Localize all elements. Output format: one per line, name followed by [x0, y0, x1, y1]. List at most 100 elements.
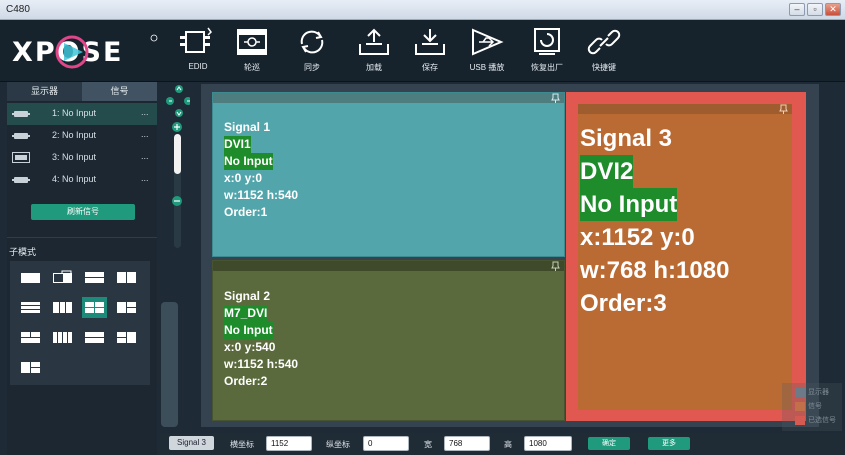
hdmi-port-icon — [12, 177, 30, 183]
height-field[interactable]: 1080 — [524, 436, 572, 451]
window-header-bar[interactable] — [213, 93, 564, 103]
hdmi-port-icon — [12, 111, 30, 117]
edid-button[interactable]: EDID — [172, 26, 224, 78]
layout-1-left-2-icon[interactable] — [18, 357, 43, 378]
legend-swatch — [795, 415, 805, 425]
properties-bar: Signal 3 横坐标 1152 纵坐标 0 宽 768 高 1080 确定 … — [160, 433, 845, 455]
layout-pip-icon[interactable] — [50, 267, 75, 288]
load-label: 加载 — [366, 63, 382, 72]
legend-label: 显示器 — [808, 389, 829, 396]
layout-2v-icon[interactable] — [114, 267, 139, 288]
input-more[interactable]: ... — [141, 151, 149, 161]
sync-button[interactable]: 同步 — [286, 26, 338, 78]
shortcut-link-icon — [587, 29, 621, 55]
pin-icon[interactable] — [779, 104, 788, 114]
input-item-1[interactable]: 1: No Input ... — [7, 103, 157, 125]
layout-3h-icon[interactable] — [18, 297, 43, 318]
signal-window-1[interactable]: Signal 1 DVI1 No Input x:0 y:0 w:1152 h:… — [212, 92, 565, 257]
layout-3v-icon[interactable] — [50, 297, 75, 318]
zoom-slider-fill — [174, 134, 181, 174]
save-button[interactable]: 保存 — [404, 26, 456, 78]
sync-label: 同步 — [304, 63, 320, 72]
close-button[interactable]: ✕ — [825, 3, 841, 16]
usb-play-icon — [472, 28, 504, 56]
input-item-3[interactable]: 3: No Input ... — [7, 147, 157, 169]
load-button[interactable]: 加载 — [348, 26, 400, 78]
edid-label: EDID — [188, 62, 208, 71]
legend-item: 已选信号 — [795, 415, 836, 427]
factory-reset-button[interactable]: 恢复出厂 — [521, 26, 573, 78]
zoom-out-icon[interactable] — [172, 196, 182, 206]
sidebar: 显示器 信号 1: No Input ... 2: No Input ... 3… — [7, 82, 157, 455]
layout-4v-icon[interactable] — [50, 327, 75, 348]
input-item-2[interactable]: 2: No Input ... — [7, 125, 157, 147]
input-more[interactable]: ... — [141, 129, 149, 139]
tab-display[interactable]: 显示器 — [7, 82, 82, 101]
height-label: 高 — [504, 440, 512, 449]
refresh-signal-button[interactable]: 刷新信号 — [31, 204, 135, 220]
cycle-button[interactable]: 轮巡 — [226, 26, 278, 78]
y-coordinate-field[interactable]: 0 — [363, 436, 409, 451]
signal-info: Signal 3 DVI2 No Input x:1152 y:0 w:768 … — [580, 122, 729, 320]
shortcut-label: 快捷键 — [592, 63, 616, 72]
signal-size: w:1152 h:540 — [224, 188, 299, 202]
zoom-in-icon[interactable] — [172, 122, 182, 132]
more-button[interactable]: 更多 — [648, 437, 690, 450]
layout-1-2-icon[interactable] — [114, 297, 139, 318]
maximize-button[interactable]: ▫ — [807, 3, 823, 16]
zoom-slider[interactable] — [174, 134, 181, 248]
signal-source: DVI2 — [580, 155, 634, 188]
shortcut-button[interactable]: 快捷键 — [578, 26, 630, 78]
y-coordinate-label: 纵坐标 — [326, 440, 350, 449]
pan-arrows-icon[interactable] — [162, 84, 190, 118]
signal-position: x:1152 y:0 — [580, 224, 695, 251]
signal-name: Signal 3 — [580, 125, 673, 152]
selected-signal-button[interactable]: Signal 3 — [169, 436, 214, 450]
layout-grid — [10, 261, 150, 385]
window-title: C480 — [6, 4, 30, 15]
layout-quad-icon[interactable] — [82, 297, 107, 318]
x-coordinate-field[interactable]: 1152 — [266, 436, 312, 451]
signal-position: x:0 y:0 — [224, 171, 263, 185]
layout-1-top-2-icon[interactable] — [82, 327, 107, 348]
vertical-scrollbar[interactable] — [161, 302, 178, 427]
width-field[interactable]: 768 — [444, 436, 490, 451]
signal-window-3-selected[interactable]: Signal 3 DVI2 No Input x:1152 y:0 w:768 … — [566, 92, 806, 421]
legend-item: 显示器 — [795, 387, 829, 399]
layout-single-icon[interactable] — [18, 267, 43, 288]
input-label: 1: No Input — [52, 108, 97, 118]
layout-2-1-icon[interactable] — [18, 327, 43, 348]
input-more[interactable]: ... — [141, 173, 149, 183]
pin-icon[interactable] — [551, 93, 560, 103]
title-bar: C480 – ▫ ✕ — [0, 0, 845, 20]
signal-window-2[interactable]: Signal 2 M7_DVI No Input x:0 y:540 w:115… — [212, 260, 565, 421]
app-window: C480 – ▫ ✕ XPOSE EDID 轮巡 同步 加载 — [0, 0, 845, 455]
legend-item: 信号 — [795, 401, 822, 413]
window-controls: – ▫ ✕ — [789, 3, 841, 16]
tab-signal[interactable]: 信号 — [82, 82, 157, 101]
layout-2h-icon[interactable] — [82, 267, 107, 288]
signal-window-body[interactable]: Signal 3 DVI2 No Input x:1152 y:0 w:768 … — [578, 104, 792, 410]
pin-icon[interactable] — [551, 261, 560, 271]
signal-source: DVI1 — [224, 136, 251, 153]
input-item-4[interactable]: 4: No Input ... — [7, 169, 157, 191]
color-legend: 显示器 信号 已选信号 — [782, 383, 842, 431]
confirm-button[interactable]: 确定 — [588, 437, 630, 450]
usb-play-button[interactable]: USB 播放 — [461, 26, 513, 78]
window-header-bar[interactable] — [578, 104, 792, 114]
input-list: 1: No Input ... 2: No Input ... 3: No In… — [7, 101, 157, 196]
minimize-button[interactable]: – — [789, 3, 805, 16]
legend-swatch — [795, 401, 805, 411]
zoom-controls — [160, 82, 200, 427]
video-wall-canvas: Signal 1 DVI1 No Input x:0 y:0 w:1152 h:… — [201, 84, 819, 427]
signal-info: Signal 1 DVI1 No Input x:0 y:0 w:1152 h:… — [224, 119, 298, 221]
divider — [7, 237, 157, 238]
signal-source: M7_DVI — [224, 305, 268, 322]
window-header-bar[interactable] — [213, 261, 564, 271]
save-icon — [415, 29, 445, 55]
layout-2-right-icon[interactable] — [114, 327, 139, 348]
width-label: 宽 — [424, 440, 432, 449]
input-more[interactable]: ... — [141, 107, 149, 117]
signal-size: w:1152 h:540 — [224, 357, 299, 371]
edid-icon — [180, 27, 212, 53]
